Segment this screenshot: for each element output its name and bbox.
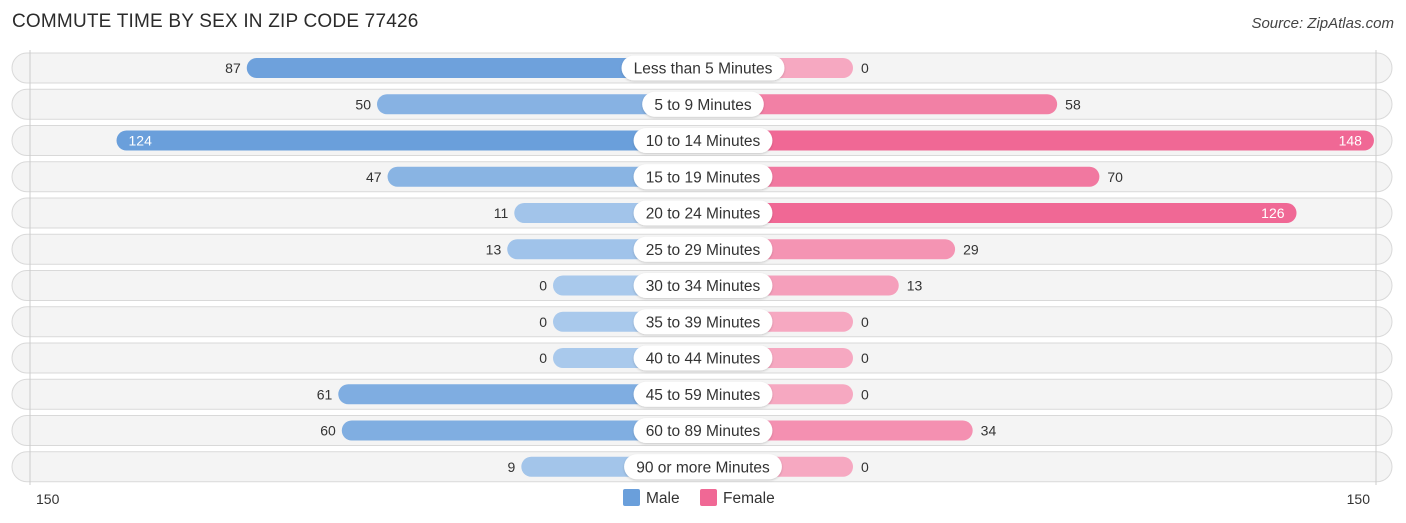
value-label-female: 0 [861,386,869,402]
category-label: 90 or more Minutes [624,454,782,480]
category-label: 30 to 34 Minutes [633,273,773,298]
legend-label-male: Male [646,490,680,507]
bar-male [116,130,703,151]
row-15-to-19-minutes[interactable]: 47 70 15 to 19 Minutes [11,161,1393,193]
category-text: 20 to 24 Minutes [646,206,761,223]
value-label-male: 0 [539,350,547,366]
category-text: 45 to 59 Minutes [646,387,761,404]
row-60-to-89-minutes[interactable]: 60 34 60 to 89 Minutes [11,415,1393,446]
value-label-female: 13 [907,278,923,294]
value-label-female: 58 [1065,96,1081,112]
value-label-female: 0 [861,314,869,330]
row-45-to-59-minutes[interactable]: 61 0 45 to 59 Minutes [11,378,1393,410]
row-less-than-5-minutes[interactable]: 87 0 Less than 5 Minutes [11,52,1393,84]
category-label: 15 to 19 Minutes [633,164,773,190]
value-label-female: 29 [963,241,979,257]
row-10-to-14-minutes[interactable]: 124 148 10 to 14 Minutes [11,125,1393,156]
value-label-male: 61 [317,386,333,402]
bar-female [703,130,1374,151]
value-label-male: 47 [366,169,382,185]
axis-label-right: 150 [1347,491,1371,507]
category-text: 25 to 29 Minutes [646,242,761,259]
value-label-female: 148 [1339,133,1363,149]
row-20-to-24-minutes[interactable]: 11 126 20 to 24 Minutes [11,197,1393,229]
value-label-female: 0 [861,459,869,475]
category-text: 5 to 9 Minutes [654,97,752,114]
category-label: Less than 5 Minutes [621,55,785,81]
category-label: 10 to 14 Minutes [633,128,773,153]
value-label-female: 0 [861,60,869,76]
category-text: 30 to 34 Minutes [646,278,761,295]
row-90-or-more-minutes[interactable]: 9 0 90 or more Minutes [11,451,1393,483]
row-30-to-34-minutes[interactable]: 0 13 30 to 34 Minutes [11,270,1393,301]
value-label-male: 50 [355,96,371,112]
axis-label-left: 150 [36,491,60,507]
category-label: 20 to 24 Minutes [633,200,773,226]
row-35-to-39-minutes[interactable]: 0 0 35 to 39 Minutes [11,306,1393,338]
value-label-female: 34 [981,423,997,439]
category-text: Less than 5 Minutes [634,61,773,78]
legend-swatch-male [623,489,640,506]
category-text: 35 to 39 Minutes [646,314,761,331]
category-label: 35 to 39 Minutes [633,309,773,335]
value-label-male: 13 [486,241,502,257]
chart-area: 87 0 Less than 5 Minutes 50 58 5 to 9 Minutes… [11,50,1393,507]
value-label-female: 70 [1107,169,1123,185]
value-label-male: 60 [320,423,336,439]
row-25-to-29-minutes[interactable]: 13 29 25 to 29 Minutes [11,233,1393,265]
value-label-male: 11 [494,205,509,221]
rows-layer: 87 0 Less than 5 Minutes 50 58 5 to 9 Minutes… [11,52,1393,483]
row-40-to-44-minutes[interactable]: 0 0 40 to 44 Minutes [11,342,1393,374]
value-label-male: 9 [508,459,516,475]
value-label-male: 0 [539,314,547,330]
value-label-male: 87 [225,60,241,76]
legend-item-female[interactable]: Female [700,489,775,507]
category-label: 60 to 89 Minutes [633,418,773,443]
category-label: 40 to 44 Minutes [633,345,773,371]
category-label: 25 to 29 Minutes [633,236,773,262]
legend-swatch-female [700,489,717,506]
legend-item-male[interactable]: Male [623,489,680,507]
category-label: 5 to 9 Minutes [642,91,764,117]
category-text: 10 to 14 Minutes [646,133,761,150]
row-5-to-9-minutes[interactable]: 50 58 5 to 9 Minutes [11,88,1393,120]
value-label-male: 0 [539,278,547,294]
category-text: 60 to 89 Minutes [646,423,761,440]
legend-label-female: Female [723,490,775,507]
bar-female [703,203,1297,223]
category-text: 90 or more Minutes [636,459,770,476]
value-label-male: 124 [129,133,153,149]
value-label-female: 126 [1261,205,1285,221]
legend: Male Female [623,489,775,507]
category-text: 15 to 19 Minutes [646,169,761,186]
category-label: 45 to 59 Minutes [633,381,773,407]
value-label-female: 0 [861,350,869,366]
category-text: 40 to 44 Minutes [646,351,761,368]
